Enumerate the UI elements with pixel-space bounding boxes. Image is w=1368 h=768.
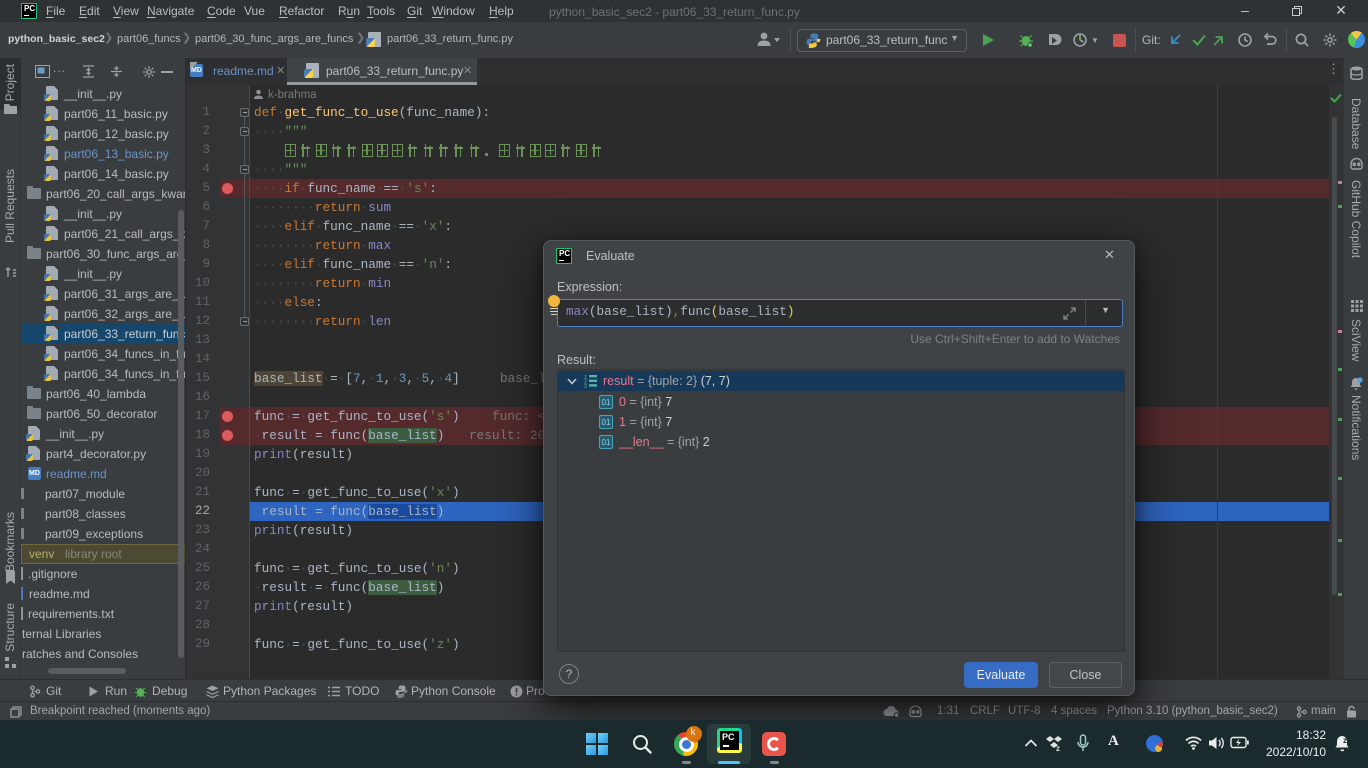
svg-text:z: z: [1343, 736, 1347, 745]
svg-text:z: z: [1056, 744, 1060, 752]
svg-text:3: 3: [584, 384, 587, 388]
